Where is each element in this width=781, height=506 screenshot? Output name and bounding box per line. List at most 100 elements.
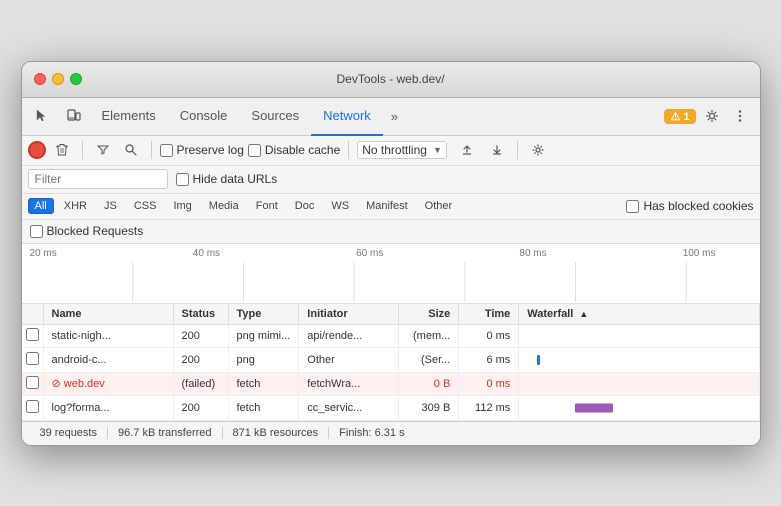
- filter-input[interactable]: [28, 169, 168, 189]
- filter-font[interactable]: Font: [249, 198, 285, 214]
- th-time[interactable]: Time: [459, 304, 519, 325]
- row-checkbox[interactable]: [22, 395, 44, 420]
- export-har-button[interactable]: [485, 138, 509, 162]
- filter-other[interactable]: Other: [418, 198, 460, 214]
- hide-data-urls-checkbox[interactable]: Hide data URLs: [176, 172, 278, 186]
- inspect-element-button[interactable]: [26, 100, 58, 132]
- table-row[interactable]: ⊘ web.dev (failed) fetch fetchWra... 0 B…: [22, 372, 760, 395]
- row-size: (mem...: [399, 324, 459, 347]
- clear-button[interactable]: [50, 138, 74, 162]
- filter-manifest[interactable]: Manifest: [359, 198, 415, 214]
- clear-icon: [55, 143, 69, 157]
- dots-icon: [733, 109, 747, 123]
- row-name: ⊘ web.dev: [43, 372, 173, 395]
- timeline-grid: [22, 262, 760, 302]
- throttle-select[interactable]: No throttling ▼: [357, 141, 447, 159]
- disable-cache-input[interactable]: [248, 144, 261, 157]
- more-options-button[interactable]: [728, 104, 752, 128]
- record-button[interactable]: [28, 141, 46, 159]
- blocked-requests-input[interactable]: [30, 225, 43, 238]
- import-har-button[interactable]: [455, 138, 479, 162]
- filter-xhr[interactable]: XHR: [57, 198, 94, 214]
- download-icon: [491, 144, 503, 156]
- row-checkbox[interactable]: [22, 324, 44, 347]
- th-name[interactable]: Name: [43, 304, 173, 325]
- tab-console[interactable]: Console: [168, 98, 240, 136]
- row-status: 200: [173, 324, 228, 347]
- preserve-log-input[interactable]: [160, 144, 173, 157]
- row-name: log?forma...: [43, 395, 173, 420]
- device-toolbar-button[interactable]: [58, 100, 90, 132]
- error-icon: ⊘: [52, 378, 61, 390]
- th-waterfall[interactable]: Waterfall: [519, 304, 759, 325]
- filter-css[interactable]: CSS: [127, 198, 164, 214]
- settings-button[interactable]: [700, 104, 724, 128]
- transferred-size: 96.7 kB transferred: [108, 427, 223, 439]
- search-button[interactable]: [119, 138, 143, 162]
- tab-more[interactable]: »: [383, 105, 406, 128]
- row-checkbox[interactable]: [22, 372, 44, 395]
- close-button[interactable]: [34, 73, 46, 85]
- tab-sources[interactable]: Sources: [239, 98, 311, 136]
- upload-icon: [461, 144, 473, 156]
- row-name: static-nigh...: [43, 324, 173, 347]
- th-initiator[interactable]: Initiator: [299, 304, 399, 325]
- maximize-button[interactable]: [70, 73, 82, 85]
- filter-icon: [96, 143, 110, 157]
- disable-cache-checkbox[interactable]: Disable cache: [248, 143, 340, 157]
- table-row[interactable]: static-nigh... 200 png mimi... api/rende…: [22, 324, 760, 347]
- devtools-window: DevTools - web.dev/ Elements Console Sou…: [21, 61, 761, 446]
- search-icon: [124, 143, 138, 157]
- hide-data-urls-input[interactable]: [176, 173, 189, 186]
- has-blocked-cookies-input[interactable]: [626, 200, 639, 213]
- statusbar: 39 requests 96.7 kB transferred 871 kB r…: [22, 421, 760, 445]
- table-header-row: Name Status Type Initiator Size: [22, 304, 760, 325]
- filter-js[interactable]: JS: [97, 198, 124, 214]
- row-checkbox[interactable]: [22, 347, 44, 372]
- th-status[interactable]: Status: [173, 304, 228, 325]
- row-type: png mimi...: [228, 324, 299, 347]
- minimize-button[interactable]: [52, 73, 64, 85]
- filter-toggle-button[interactable]: [91, 138, 115, 162]
- sort-icon: [576, 308, 588, 320]
- th-size[interactable]: Size: [399, 304, 459, 325]
- blocked-requests-label: Blocked Requests: [47, 224, 144, 238]
- timeline-label-100ms: 100 ms: [683, 248, 716, 259]
- row-waterfall: [519, 324, 759, 347]
- row-size: (Ser...: [399, 347, 459, 372]
- network-settings-button[interactable]: [526, 138, 550, 162]
- th-type[interactable]: Type: [228, 304, 299, 325]
- requests-count: 39 requests: [30, 427, 108, 439]
- row-initiator[interactable]: fetchWra...: [299, 372, 399, 395]
- filter-all[interactable]: All: [28, 198, 54, 214]
- table-row[interactable]: android-c... 200 png Other (Ser... 6 ms: [22, 347, 760, 372]
- row-type: fetch: [228, 395, 299, 420]
- filter-doc[interactable]: Doc: [288, 198, 322, 214]
- timeline-label-80ms: 80 ms: [519, 248, 546, 259]
- has-blocked-cookies-checkbox[interactable]: Has blocked cookies: [626, 199, 753, 213]
- timeline-label-20ms: 20 ms: [30, 248, 57, 259]
- settings-icon: [531, 143, 545, 157]
- table-row[interactable]: log?forma... 200 fetch cc_servic... 309 …: [22, 395, 760, 420]
- network-table-container: Name Status Type Initiator Size: [22, 304, 760, 421]
- network-table: Name Status Type Initiator Size: [22, 304, 760, 421]
- filter-ws[interactable]: WS: [324, 198, 356, 214]
- row-status: 200: [173, 347, 228, 372]
- row-waterfall: [519, 347, 759, 372]
- filter-media[interactable]: Media: [202, 198, 246, 214]
- traffic-lights: [34, 73, 82, 85]
- tab-network[interactable]: Network: [311, 98, 383, 136]
- row-type: fetch: [228, 372, 299, 395]
- device-icon: [66, 108, 82, 124]
- resources-size: 871 kB resources: [223, 427, 330, 439]
- tab-elements[interactable]: Elements: [90, 98, 168, 136]
- th-checkbox: [22, 304, 44, 325]
- row-initiator[interactable]: cc_servic...: [299, 395, 399, 420]
- preserve-log-checkbox[interactable]: Preserve log: [160, 143, 244, 157]
- timeline-labels: 20 ms 40 ms 60 ms 80 ms 100 ms: [22, 244, 760, 263]
- timeline-chart: 20 ms 40 ms 60 ms 80 ms 100 ms: [22, 244, 760, 304]
- cursor-icon: [34, 108, 50, 124]
- warning-badge[interactable]: ⚠ 1: [664, 109, 695, 124]
- row-time: 0 ms: [459, 324, 519, 347]
- filter-img[interactable]: Img: [166, 198, 198, 214]
